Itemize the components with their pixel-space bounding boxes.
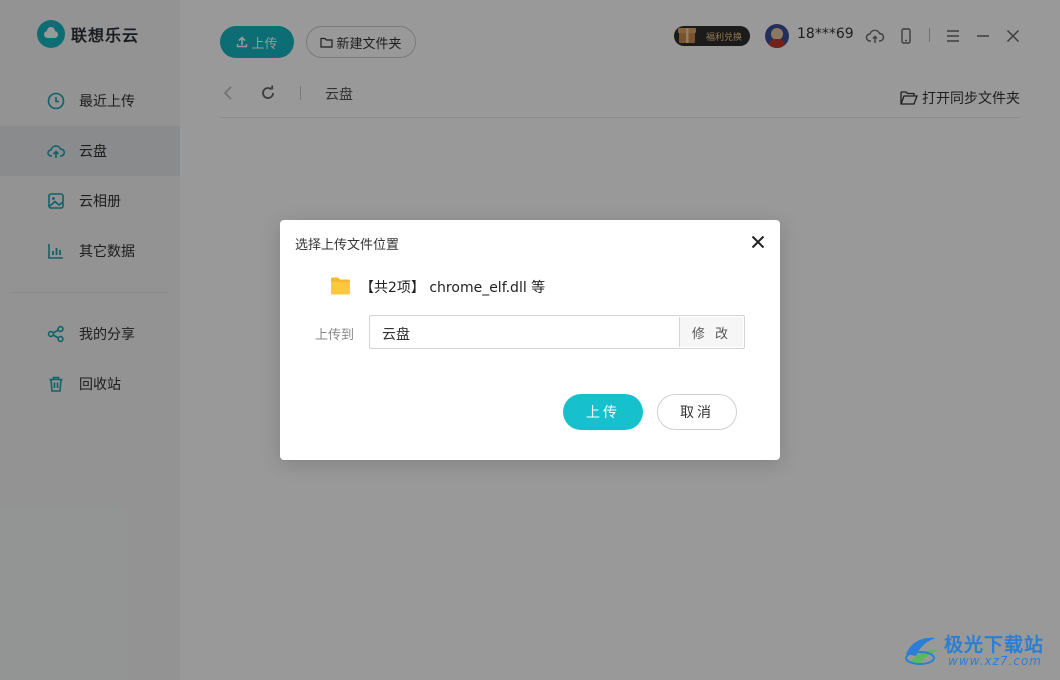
modify-button[interactable]: 修 改 [679,317,743,347]
file-summary: 【共2项】 chrome_elf.dll 等 [360,280,546,296]
cancel-button[interactable]: 取消 [657,394,737,430]
watermark-url: www.xz7.com [948,654,1042,668]
dialog-close-icon[interactable] [750,234,766,250]
watermark: 极光下载站 www.xz7.com [902,628,1052,672]
confirm-upload-button[interactable]: 上传 [563,394,643,430]
aurora-logo-icon [905,637,940,665]
watermark-title: 极光下载站 [944,634,1045,656]
upload-location-dialog: 选择上传文件位置 【共2项】 chrome_elf.dll 等 上传到 云盘 修… [280,220,780,460]
upload-to-label: 上传到 [315,328,355,343]
dialog-title: 选择上传文件位置 [295,238,400,253]
destination-value: 云盘 [382,327,410,343]
folder-icon [331,277,350,295]
destination-field[interactable]: 云盘 修 改 [369,315,745,349]
